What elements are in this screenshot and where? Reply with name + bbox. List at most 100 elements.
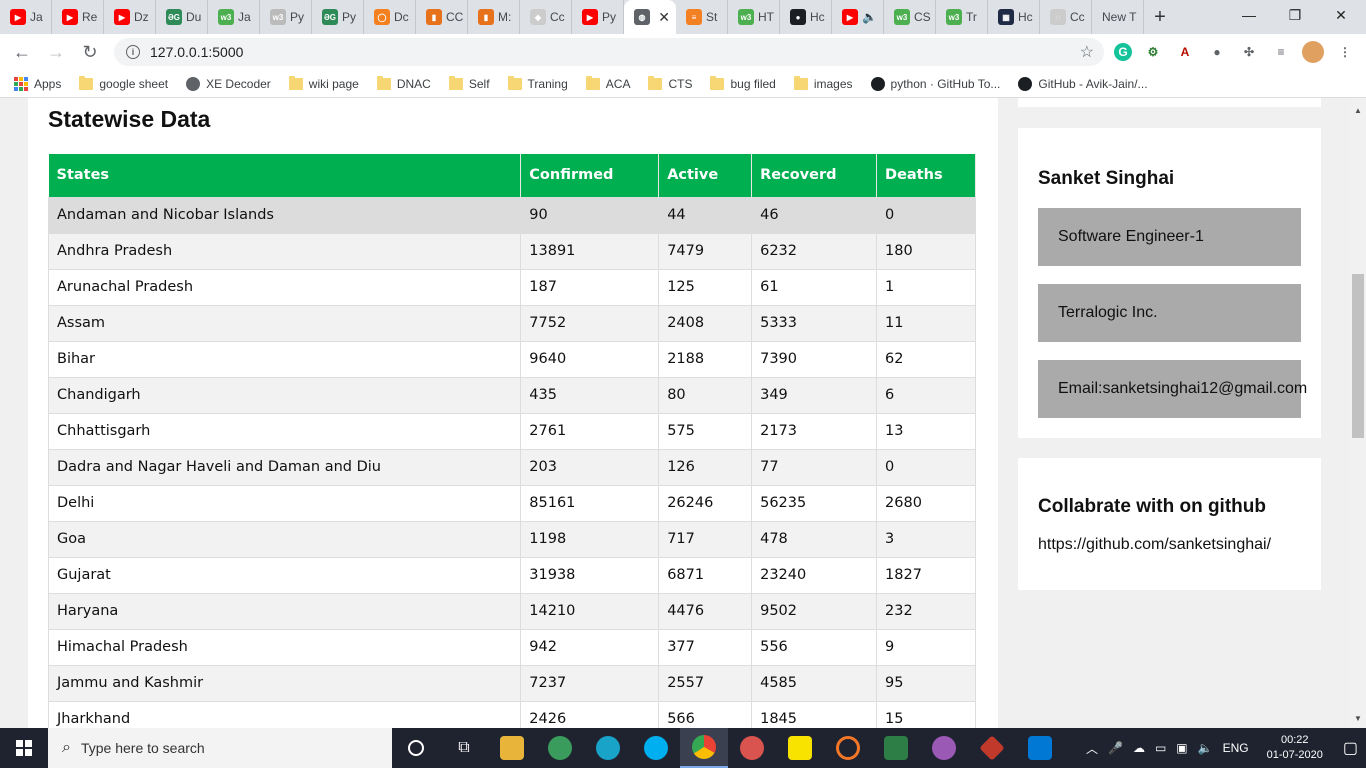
record-icon[interactable]: ●: [1206, 41, 1228, 63]
info-icon[interactable]: i: [126, 45, 140, 59]
state-cell: Goa: [47, 520, 522, 558]
avatar[interactable]: [1302, 41, 1324, 63]
browser-tab[interactable]: ● Hc: [780, 0, 832, 34]
bookmark-item[interactable]: GitHub - Avik-Jain/...: [1018, 76, 1148, 91]
tab-active[interactable]: ◍ ✕: [624, 0, 676, 34]
cortana-icon[interactable]: [392, 728, 440, 768]
browser-tab[interactable]: ◯ Dc: [364, 0, 416, 34]
bookmark-item[interactable]: wiki page: [288, 75, 359, 91]
scroll-down-icon[interactable]: ▼: [1350, 710, 1366, 726]
folder-icon: [376, 75, 391, 90]
chrome-icon[interactable]: [680, 728, 728, 768]
pdf-icon[interactable]: A: [1174, 41, 1196, 63]
network-icon[interactable]: ▣: [1176, 741, 1187, 755]
browser-tab[interactable]: ▶ 🔈: [832, 0, 884, 34]
cloud-icon[interactable]: ☁: [1133, 741, 1145, 755]
menu-icon[interactable]: ⋮: [1334, 41, 1356, 63]
vscode-icon[interactable]: [1016, 728, 1064, 768]
network-app-icon[interactable]: [536, 728, 584, 768]
skype-icon[interactable]: [632, 728, 680, 768]
bookmark-label: CTS: [668, 76, 693, 91]
new-tab-button[interactable]: +: [1144, 0, 1176, 34]
bookmark-item[interactable]: ACA: [585, 75, 630, 91]
bookmark-item[interactable]: CTS: [648, 75, 693, 91]
browser-tab[interactable]: ƏG Py: [312, 0, 364, 34]
file-explorer-icon[interactable]: [488, 728, 536, 768]
browser-tab[interactable]: ▶ Dz: [104, 0, 156, 34]
state-cell: Delhi: [47, 484, 522, 522]
grammarly-icon[interactable]: G: [1114, 43, 1132, 61]
task-view-icon[interactable]: ⧉: [440, 728, 488, 768]
bookmark-star-icon[interactable]: ☆: [1080, 42, 1094, 62]
excel-icon[interactable]: [872, 728, 920, 768]
address-bar[interactable]: i 127.0.0.1:5000 ☆: [114, 38, 1104, 66]
browser-tab[interactable]: w3 Tr: [936, 0, 988, 34]
state-cell: Bihar: [47, 340, 522, 378]
value-cell: 377: [658, 628, 753, 666]
tab-favicon-icon: ▶: [62, 9, 78, 25]
scroll-up-icon[interactable]: ▲: [1350, 102, 1366, 118]
sticky-notes-icon[interactable]: [776, 728, 824, 768]
value-cell: 2426: [520, 700, 660, 728]
tab-label: CC: [446, 10, 464, 24]
bookmark-item[interactable]: Traning: [507, 75, 568, 91]
bookmark-item[interactable]: Self: [448, 75, 490, 91]
browser-tab[interactable]: ▶ Py: [572, 0, 624, 34]
browser-tab[interactable]: ▶ Re: [52, 0, 104, 34]
volume-icon[interactable]: 🔈: [1198, 741, 1213, 755]
git-icon[interactable]: [968, 728, 1016, 768]
forward-button[interactable]: →: [40, 36, 72, 68]
folder-icon: [288, 75, 303, 90]
bookmark-item[interactable]: images: [793, 75, 853, 91]
start-button[interactable]: [0, 728, 48, 768]
battery-icon[interactable]: ▭: [1155, 741, 1166, 755]
clock[interactable]: 00:22 01-07-2020: [1267, 733, 1323, 763]
microphone-icon[interactable]: 🎤: [1108, 741, 1123, 755]
extension-icon[interactable]: ⚙: [1142, 41, 1164, 63]
browser-tab[interactable]: w3 Py: [260, 0, 312, 34]
browser-tab[interactable]: ≡ St: [676, 0, 728, 34]
browser-tab[interactable]: ▦ Hc: [988, 0, 1040, 34]
media-icon[interactable]: ≡: [1270, 41, 1292, 63]
github-link[interactable]: https://github.com/sanketsinghai/: [1038, 536, 1271, 554]
value-cell: 31938: [520, 556, 660, 594]
browser-tab[interactable]: ▮ M:: [468, 0, 520, 34]
value-cell: 232: [876, 592, 976, 630]
reload-button[interactable]: ↻: [74, 36, 106, 68]
snip-icon[interactable]: [728, 728, 776, 768]
chevron-up-icon[interactable]: ︿: [1086, 740, 1098, 757]
close-window-button[interactable]: ✕: [1318, 0, 1364, 30]
puzzle-icon[interactable]: ✣: [1238, 41, 1260, 63]
jupyter-icon[interactable]: [824, 728, 872, 768]
photos-icon[interactable]: [920, 728, 968, 768]
bookmark-item[interactable]: Apps: [14, 76, 61, 91]
browser-tab[interactable]: ▮ CC: [416, 0, 468, 34]
bookmark-item[interactable]: XE Decoder: [186, 76, 271, 91]
taskbar-search[interactable]: ⌕ Type here to search: [48, 728, 392, 768]
browser-tab[interactable]: ▶ Ja: [0, 0, 52, 34]
notification-icon[interactable]: ▢: [1343, 738, 1358, 758]
browser-tab[interactable]: ƏG Du: [156, 0, 208, 34]
bookmark-item[interactable]: python · GitHub To...: [870, 76, 1000, 91]
scrollbar[interactable]: ▲ ▼: [1350, 98, 1366, 728]
language-indicator[interactable]: ENG: [1223, 741, 1249, 755]
browser-tab[interactable]: ◆ Cc: [520, 0, 572, 34]
scroll-thumb[interactable]: [1352, 274, 1364, 438]
state-cell: Jammu and Kashmir: [47, 664, 522, 702]
browser-tab[interactable]: New T: [1092, 0, 1144, 34]
minimize-button[interactable]: —: [1226, 0, 1272, 30]
bookmark-item[interactable]: DNAC: [376, 75, 431, 91]
bookmark-item[interactable]: bug filed: [710, 75, 776, 91]
maximize-button[interactable]: ❐: [1272, 0, 1318, 30]
bookmark-item[interactable]: google sheet: [79, 75, 168, 91]
back-button[interactable]: ←: [6, 36, 38, 68]
table-row: Dadra and Nagar Haveli and Daman and Diu…: [47, 448, 976, 486]
statewise-table: States Confirmed Active Recoverd Deaths Anda…: [47, 154, 976, 728]
browser-tab[interactable]: w3 HT: [728, 0, 780, 34]
close-tab-icon[interactable]: ✕: [658, 9, 670, 26]
browser-tab[interactable]: w3 Ja: [208, 0, 260, 34]
value-cell: 13: [876, 412, 976, 450]
browser-tab[interactable]: ◌ Cc: [1040, 0, 1092, 34]
browser-tab[interactable]: w3 CS: [884, 0, 936, 34]
app-icon[interactable]: [584, 728, 632, 768]
